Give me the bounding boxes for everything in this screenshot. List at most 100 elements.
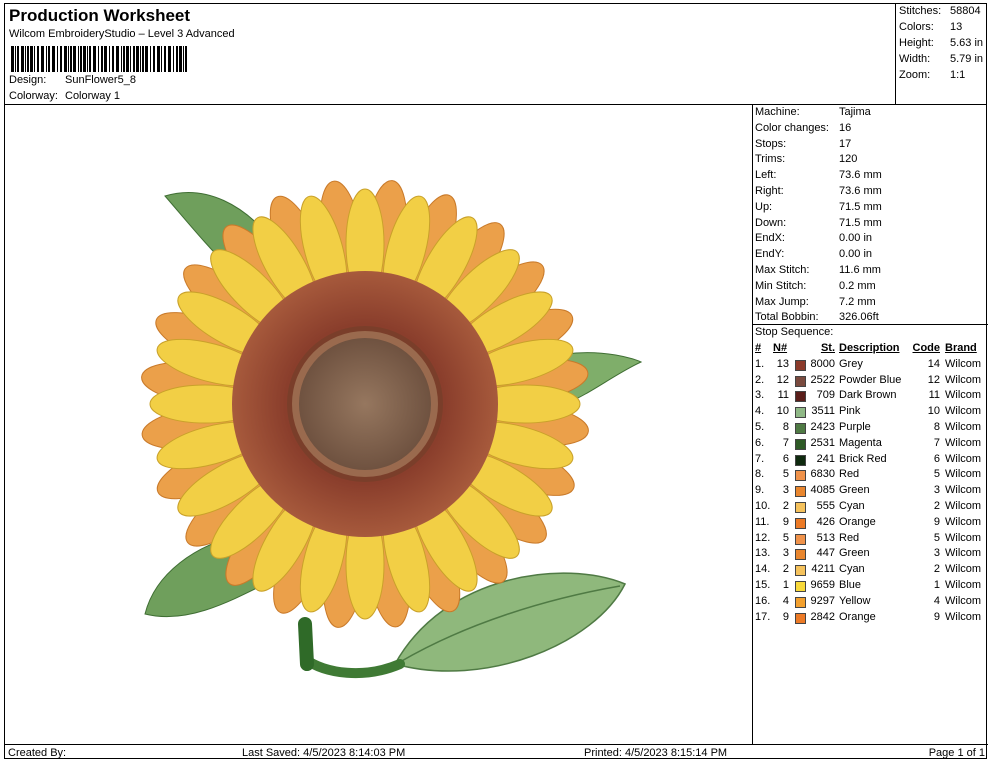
sunflower-design-image [141,180,643,678]
stitches-label: Stitches: [899,5,942,17]
stitch-count: 2522 [810,373,835,386]
property-value: 11.6 mm [839,264,881,276]
color-description: Red [839,531,860,544]
printed-date: Printed: 4/5/2023 8:15:14 PM [584,747,728,759]
needle-number: 10 [776,405,789,418]
stitch-count: 6830 [810,468,835,481]
property-value: 7.2 mm [839,295,876,308]
property-label: Max Jump: [755,295,809,308]
thread-brand: Wilcom [945,468,982,481]
stop-row: 16. 4 9297 Yellow 4 Wilcom [753,595,989,611]
property-row: Trims: 120 [755,153,857,165]
needle-number: 2 [782,563,789,576]
height-row: Height: 5.63 in [899,37,989,49]
stitch-count: 4085 [810,484,835,497]
property-row: Left: 73.6 mm [755,169,882,181]
stitch-count: 513 [816,531,835,544]
property-label: EndX: [755,232,785,245]
thread-code: 8 [933,420,940,433]
stitch-count: 447 [816,547,835,560]
color-description: Green [839,484,870,497]
stop-index: 11. [755,515,770,528]
color-description: Powder Blue [839,373,902,386]
stop-sequence-title: Stop Sequence: [755,326,834,338]
col-num-header: # [755,342,762,354]
thread-brand: Wilcom [945,610,982,623]
needle-number: 13 [776,357,789,370]
thread-code: 14 [927,357,940,370]
stop-index: 5. [755,420,765,433]
stop-row: 6. 7 2531 Magenta 7 Wilcom [753,437,989,453]
thread-brand: Wilcom [945,499,982,512]
stop-row: 13. 3 447 Green 3 Wilcom [753,547,989,563]
color-description: Cyan [839,499,865,512]
needle-number: 8 [782,420,789,433]
stitch-count: 9659 [810,578,835,591]
stop-row: 4. 10 3511 Pink 10 Wilcom [753,405,989,421]
color-description: Grey [839,357,863,370]
zoom-label: Zoom: [899,69,931,81]
stop-row: 10. 2 555 Cyan 2 Wilcom [753,500,989,516]
thread-code: 3 [933,484,940,497]
stitch-count: 2531 [810,436,835,449]
property-label: EndY: [755,248,785,261]
col-st-header: St. [820,342,835,354]
zoom-value: 1:1 [950,69,966,81]
color-description: Magenta [839,436,882,449]
thread-code: 2 [933,563,940,576]
property-value: 0.00 in [839,232,873,245]
stitch-count: 2423 [810,420,835,433]
needle-number: 5 [782,468,789,481]
stop-index: 14. [755,563,771,576]
colors-label: Colors: [899,21,934,33]
summary-panel: Stitches: 58804 Colors: 13 Height: 5.63 in … [895,4,988,104]
thread-code: 7 [933,436,940,449]
thread-brand: Wilcom [945,373,982,386]
thread-code: 5 [933,531,940,544]
needle-number: 3 [782,484,789,497]
color-description: Blue [839,578,862,591]
property-row: EndY: 0.00 in [755,248,872,260]
stop-row: 5. 8 2423 Purple 8 Wilcom [753,421,989,437]
property-row: Down: 71.5 mm [755,217,882,229]
thread-code: 9 [933,610,940,623]
color-description: Cyan [839,563,865,576]
stitch-count: 709 [816,389,835,402]
stop-index: 4. [755,405,765,418]
stop-index: 17. [755,610,771,623]
thread-brand: Wilcom [945,484,982,497]
design-info-panel: Machine: Tajima Color changes: 16 Stops: 17 Tr… [752,104,988,744]
property-label: Up: [755,200,773,213]
stitch-count: 426 [816,515,835,528]
thread-code: 1 [933,578,940,591]
last-saved: Last Saved: 4/5/2023 8:14:03 PM [242,747,406,759]
software-name: Wilcom EmbroideryStudio – Level 3 Advanc… [9,28,235,40]
thread-code: 4 [933,594,940,607]
stop-index: 7. [755,452,765,465]
colorway-row: Colorway: Colorway 1 [9,90,120,102]
property-value: 0.2 mm [839,279,876,292]
property-value: 73.6 mm [839,185,882,197]
property-row: Max Jump: 7.2 mm [755,296,876,308]
stop-index: 6. [755,436,765,449]
property-label: Machine: [755,106,800,118]
design-name: SunFlower5_8 [65,74,136,86]
stop-row: 7. 6 241 Brick Red 6 Wilcom [753,453,989,469]
design-label: Design: [9,74,47,86]
color-description: Pink [839,405,861,418]
thread-brand: Wilcom [945,594,982,607]
thread-brand: Wilcom [945,357,982,370]
thread-brand: Wilcom [945,389,982,402]
stitch-count: 2842 [810,610,835,623]
stitch-count: 4211 [811,563,835,576]
property-value: 120 [839,153,858,166]
stop-index: 8. [755,468,765,481]
property-value: 16 [839,121,852,134]
thread-code: 9 [933,515,940,528]
stitch-count: 8000 [810,357,835,370]
design-preview [5,104,752,744]
property-label: Min Stitch: [755,279,807,292]
stop-index: 3. [755,389,765,402]
property-label: Left: [755,169,777,182]
property-value: 73.6 mm [839,169,882,182]
